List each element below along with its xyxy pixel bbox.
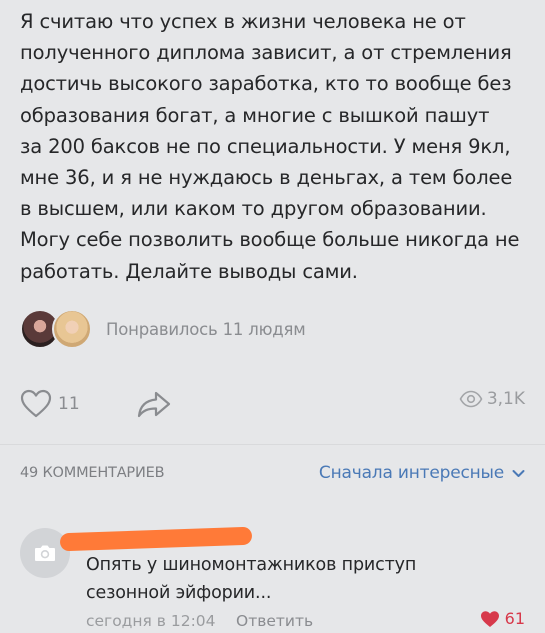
- camera-icon: [35, 545, 55, 561]
- comment-text-line: сезонной эйфории...: [86, 583, 272, 603]
- views-count: 3,1K: [486, 389, 525, 409]
- heart-outline-icon: [20, 389, 52, 418]
- liker-avatar: [52, 309, 92, 349]
- comments-sort-label: Сначала интересные: [318, 463, 504, 483]
- post-text-line: мне 36, и я не нуждаюсь в деньгах, а тем…: [20, 166, 513, 190]
- post-text-line: достичь высокого заработка, кто то вообщ…: [20, 72, 512, 96]
- share-button[interactable]: [136, 389, 172, 423]
- comment-text-line: Опять у шиномонтажников приступ: [86, 555, 417, 575]
- post-text: Я считаю что успех в жизни человека не о…: [20, 6, 530, 287]
- eye-icon: [459, 390, 483, 408]
- share-arrow-icon: [137, 391, 171, 418]
- reply-button[interactable]: Ответить: [236, 612, 313, 630]
- post-text-line: Могу себе позволить вообще больше никогд…: [20, 228, 520, 252]
- post-actions: 11 3,1K: [20, 389, 525, 421]
- comment-meta: сегодня в 12:04 Ответить 61: [86, 609, 525, 633]
- views-counter: 3,1K: [459, 389, 525, 409]
- like-button[interactable]: 11: [20, 389, 80, 419]
- post-text-line: в высшем, или каком то другом образовани…: [20, 197, 487, 221]
- post-text-line: за 200 баксов не по специальности. У мен…: [20, 134, 511, 158]
- comments-count: 49 КОММЕНТАРИЕВ: [20, 465, 165, 481]
- liked-by-text: Понравилось 11 людям: [106, 319, 306, 339]
- comments-sort-button[interactable]: Сначала интересные: [319, 463, 525, 483]
- chevron-down-icon: [512, 469, 525, 477]
- comments-header: 49 КОММЕНТАРИЕВ Сначала интересные: [20, 463, 525, 487]
- post-text-line: образования богат, а многие с вышкой паш…: [20, 103, 490, 127]
- comment-time: сегодня в 12:04: [86, 612, 216, 630]
- liked-by-row[interactable]: Понравилось 11 людям: [20, 309, 306, 349]
- like-count: 11: [58, 394, 80, 414]
- comment-like-count: 61: [504, 609, 525, 628]
- post-text-line: Я считаю что успех в жизни человека не о…: [20, 10, 466, 33]
- post-text-line: работать. Делайте выводы сами.: [20, 259, 358, 283]
- comment-text: Опять у шиномонтажников приступ сезонной…: [86, 551, 525, 607]
- divider: [0, 444, 545, 445]
- comment-like-button[interactable]: 61: [480, 609, 525, 628]
- post-text-line: полученного диплома зависит, а от стремл…: [20, 41, 512, 65]
